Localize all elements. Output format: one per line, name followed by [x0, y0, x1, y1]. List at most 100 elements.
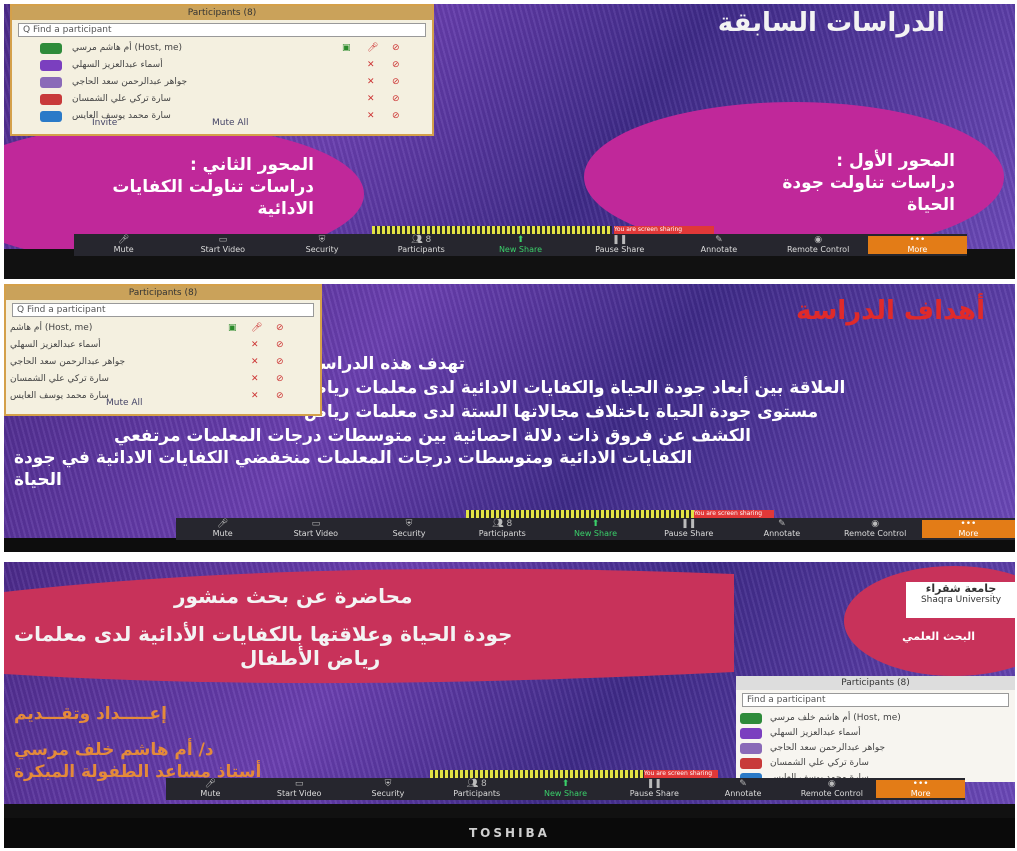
mic-muted-icon[interactable]: ✕ — [251, 340, 259, 350]
participant-row[interactable]: أم هاشم (Host, me) ▣ 🎤︎ ⊘ — [6, 320, 320, 337]
participants-button[interactable]: 👥︎ 8 Participants — [372, 235, 471, 255]
pause-icon: ❚❚ — [646, 779, 662, 789]
participant-row[interactable]: سارة تركي علي الشمسان — [736, 755, 1015, 770]
participant-name: جواهر عبدالرحمن سعد الحاجي — [770, 743, 886, 753]
mic-muted-icon[interactable]: ✕ — [367, 94, 375, 104]
mic-icon: 🎤︎ — [204, 779, 217, 789]
participants-panel[interactable]: Participants (8) Q Find a participant أم… — [4, 284, 322, 416]
new-share-button[interactable]: ⬆ New Share — [521, 779, 610, 799]
video-off-icon[interactable]: ⊘ — [276, 374, 284, 384]
prepared-by: إعـــــداد وتقـــديم — [14, 704, 167, 724]
start-video-button[interactable]: ▭ Start Video — [269, 519, 362, 539]
share-icon: ⬆ — [561, 779, 570, 789]
mic-muted-icon[interactable]: ✕ — [251, 374, 259, 384]
slide-title: أهداف الدراسة — [795, 296, 985, 326]
more-icon: ••• — [960, 519, 977, 529]
mic-muted-icon[interactable]: ✕ — [367, 77, 375, 87]
pause-share-button[interactable]: ❚❚ Pause Share — [642, 520, 735, 539]
remote-control-button[interactable]: ◉ Remote Control — [787, 780, 876, 799]
participant-search-input[interactable]: Find a participant — [742, 693, 1009, 707]
pencil-icon: ✎ — [778, 519, 786, 529]
mic-icon: 🎤︎ — [117, 235, 130, 245]
slide-line: الكفايات الادائية ومتوسطات درجات المعلما… — [14, 448, 693, 468]
axis-2-text: المحور الثاني : دراسات تناولت الكفايات ا… — [112, 155, 314, 219]
security-button[interactable]: ⛨ Security — [344, 780, 433, 799]
pencil-icon: ✎ — [739, 779, 747, 789]
annotate-button[interactable]: ✎ Annotate — [735, 519, 828, 539]
pause-share-button[interactable]: ❚❚ Pause Share — [570, 236, 669, 255]
participant-row[interactable]: أم هاشم مرسي (Host, me) ▣ 🎤︎ ⊘ — [12, 40, 432, 57]
start-video-button[interactable]: ▭ Start Video — [255, 780, 344, 799]
meeting-toolbar: 🎤︎ Mute ▭ Start Video ⛨ Security 👥︎ 8 Partic… — [176, 518, 1015, 540]
shield-icon: ⛨ — [405, 519, 413, 529]
participant-search-input[interactable]: Q Find a participant — [12, 303, 314, 317]
screen-share-indicator — [372, 226, 612, 234]
video-off-icon[interactable]: ⊘ — [276, 323, 284, 333]
video-off-icon[interactable]: ⊘ — [276, 357, 284, 367]
mute-all-button[interactable]: Mute All — [106, 398, 143, 408]
participant-row[interactable]: أسماء عبدالعزيز السهلي ✕ ⊘ — [12, 57, 432, 74]
mouse-icon: ◉ — [814, 235, 823, 245]
participant-row[interactable]: سارة تركي علي الشمسان ✕ ⊘ — [12, 91, 432, 108]
participants-button[interactable]: 👥︎ 8 Participants — [432, 780, 521, 799]
avatar — [740, 743, 762, 754]
new-share-button[interactable]: ⬆ New Share — [549, 520, 642, 539]
invite-button[interactable]: Invite — [92, 118, 117, 128]
video-off-icon[interactable]: ⊘ — [392, 43, 400, 53]
more-button[interactable]: ••• More — [867, 235, 967, 254]
mic-muted-icon[interactable]: ✕ — [367, 60, 375, 70]
mute-all-button[interactable]: Mute All — [212, 118, 249, 128]
meeting-toolbar: 🎤︎ Mute ▭ Start Video ⛨ Security 👥︎ 8 Partic… — [74, 234, 967, 256]
remote-control-button[interactable]: ◉ Remote Control — [829, 520, 922, 539]
participant-name: سارة تركي علي الشمسان — [10, 374, 109, 384]
people-icon: 👥︎ 8 — [411, 235, 432, 245]
participant-row[interactable]: أسماء عبدالعزيز السهلي — [736, 725, 1015, 740]
annotate-button[interactable]: ✎ Annotate — [669, 236, 768, 255]
mute-button[interactable]: 🎤︎ Mute — [166, 779, 255, 799]
participants-panel[interactable]: Participants (8) Find a participant أم ه… — [736, 676, 1015, 784]
video-off-icon[interactable]: ⊘ — [392, 60, 400, 70]
mic-muted-icon[interactable]: ✕ — [251, 357, 259, 367]
security-button[interactable]: ⛨ Security — [362, 519, 455, 539]
video-icon: ▣ — [342, 43, 351, 53]
participant-name: أم هاشم خلف مرسي (Host, me) — [770, 713, 901, 723]
participants-button[interactable]: 👥︎ 8 Participants — [456, 520, 549, 539]
screen-share-indicator — [466, 510, 694, 518]
video-icon: ▣ — [228, 323, 237, 333]
slide-line: الحياة — [14, 470, 62, 490]
participants-panel[interactable]: Participants (8) Q Find a participant أم… — [10, 4, 434, 136]
remote-control-button[interactable]: ◉ Remote Control — [769, 235, 868, 255]
video-off-icon[interactable]: ⊘ — [276, 340, 284, 350]
research-title-line-1: جودة الحياة وعلاقتها بالكفايات الأدائية … — [14, 622, 513, 646]
security-button[interactable]: ⛨ Security — [272, 236, 371, 255]
more-button[interactable]: ••• More — [921, 519, 1015, 538]
mic-icon[interactable]: 🎤︎ — [251, 323, 262, 333]
participant-name: أسماء عبدالعزيز السهلي — [72, 60, 163, 70]
meeting-toolbar: 🎤︎ Mute ▭ Start Video ⛨ Security 👥︎ 8 Partic… — [166, 778, 966, 800]
slide-line: مستوى جودة الحياة باختلاف مجالاتها الستة… — [304, 402, 819, 422]
participant-search-input[interactable]: Q Find a participant — [18, 23, 426, 37]
mic-icon[interactable]: 🎤︎ — [367, 43, 378, 53]
video-camera-icon: ▭ — [311, 519, 321, 529]
mute-button[interactable]: 🎤︎ Mute — [176, 519, 269, 539]
start-video-button[interactable]: ▭ Start Video — [173, 236, 272, 255]
more-icon: ••• — [909, 235, 926, 245]
mute-button[interactable]: 🎤︎ Mute — [74, 235, 173, 255]
video-off-icon[interactable]: ⊘ — [392, 94, 400, 104]
pause-share-button[interactable]: ❚❚ Pause Share — [610, 779, 699, 799]
participant-row[interactable]: جواهر عبدالرحمن سعد الحاجي ✕ ⊘ — [6, 354, 320, 371]
participant-name: سارة تركي علي الشمسان — [72, 94, 171, 104]
participant-row[interactable]: جواهر عبدالرحمن سعد الحاجي — [736, 740, 1015, 755]
participant-row[interactable]: أسماء عبدالعزيز السهلي ✕ ⊘ — [6, 337, 320, 354]
axis-1-text: المحور الأول : دراسات تناولت جودة الحياة — [782, 151, 955, 215]
avatar — [740, 758, 762, 769]
new-share-button[interactable]: ⬆ New Share — [471, 236, 570, 255]
mic-icon: 🎤︎ — [216, 519, 229, 529]
participant-row[interactable]: جواهر عبدالرحمن سعد الحاجي ✕ ⊘ — [12, 74, 432, 91]
participants-title: Participants (8) — [12, 6, 432, 20]
video-off-icon[interactable]: ⊘ — [392, 77, 400, 87]
participant-row[interactable]: أم هاشم خلف مرسي (Host, me) — [736, 710, 1015, 725]
more-button[interactable]: ••• More — [876, 780, 966, 798]
participant-row[interactable]: سارة تركي علي الشمسان ✕ ⊘ — [6, 371, 320, 388]
annotate-button[interactable]: ✎ Annotate — [699, 779, 788, 799]
